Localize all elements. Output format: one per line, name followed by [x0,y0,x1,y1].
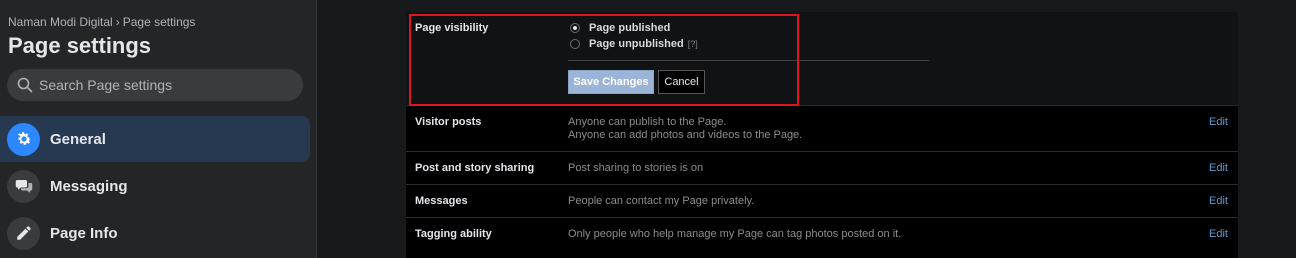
setting-description: Only people who help manage my Page can … [568,228,902,240]
sidebar: Naman Modi Digital › Page settings Page se… [0,0,317,258]
setting-label: Visitor posts [415,116,482,128]
setting-label: Tagging ability [415,228,492,240]
help-link[interactable]: [?] [688,39,698,49]
sidebar-item-label: General [50,130,106,148]
messages-row: Messages People can contact my Page priv… [406,184,1238,217]
breadcrumb-current: Page settings [122,15,196,29]
setting-description: People can contact my Page privately. [568,195,755,207]
setting-label: Post and story sharing [415,162,535,174]
sidebar-item-label: Page Info [50,224,118,242]
sidebar-item-label: Messaging [50,177,128,195]
edit-link[interactable]: Edit [1209,116,1228,128]
option-label: Page unpublished [589,38,684,50]
setting-description: Post sharing to stories is on [568,162,704,174]
sidebar-item-messaging[interactable]: Messaging [0,163,310,209]
post-story-sharing-row: Post and story sharing Post sharing to s… [406,151,1238,184]
breadcrumb-separator: › [115,15,120,29]
page-visibility-row: Page visibility Page published Page unpu… [406,12,1238,105]
general-settings-panel: Page visibility Page published Page unpu… [406,12,1238,258]
radio-published[interactable] [570,23,580,33]
gear-icon [7,122,40,156]
radio-unpublished[interactable] [570,39,580,49]
cancel-button[interactable]: Cancel [658,70,705,94]
pencil-icon [7,216,40,250]
description-line: Anyone can add photos and videos to the … [568,129,803,141]
sidebar-item-general[interactable]: General [0,116,310,162]
search-box[interactable] [7,69,303,101]
page-published-option[interactable]: Page published [570,22,670,34]
edit-link[interactable]: Edit [1209,162,1228,174]
divider [568,60,929,61]
setting-label: Page visibility [415,22,489,34]
visitor-posts-row: Visitor posts Anyone can publish to the … [406,105,1238,151]
chat-bubbles-icon [7,169,40,203]
page-unpublished-option[interactable]: Page unpublished [?] [570,38,698,50]
search-input[interactable] [39,77,289,93]
search-icon [17,77,33,93]
sidebar-item-page-info[interactable]: Page Info [0,210,310,256]
setting-description: Anyone can publish to the Page. Anyone c… [568,116,802,142]
setting-label: Messages [415,195,468,207]
save-changes-button[interactable]: Save Changes [568,70,654,94]
edit-link[interactable]: Edit [1209,195,1228,207]
breadcrumb-parent-link[interactable]: Naman Modi Digital [8,15,113,29]
description-line: Anyone can publish to the Page. [568,116,727,128]
page-title: Page settings [8,33,152,58]
edit-link[interactable]: Edit [1209,228,1228,240]
option-label: Page published [589,22,671,34]
tagging-ability-row: Tagging ability Only people who help man… [406,217,1238,258]
breadcrumb: Naman Modi Digital › Page settings [8,15,195,29]
